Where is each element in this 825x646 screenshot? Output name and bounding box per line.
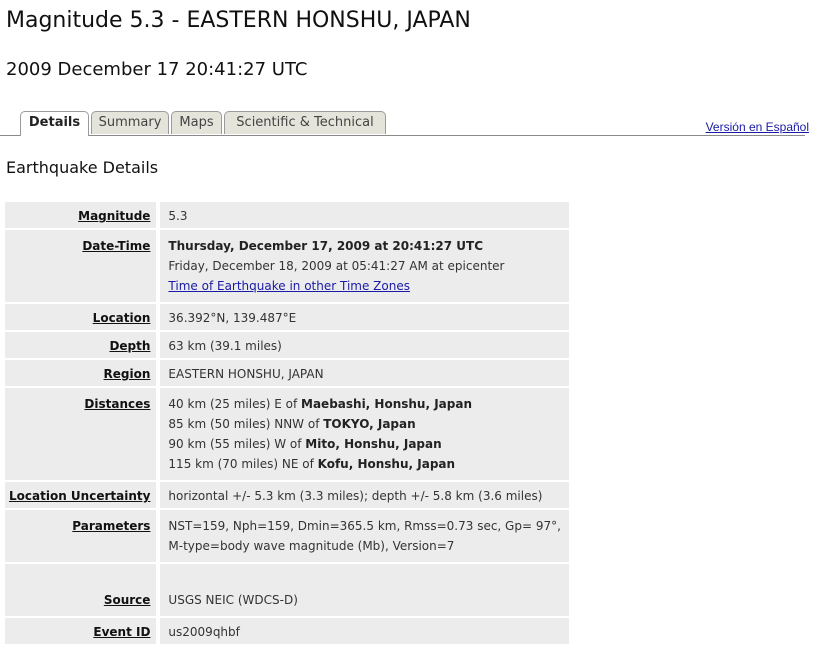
tab-bar: Details Summary Maps Scientific & Techni… [0,111,805,136]
tab-summary[interactable]: Summary [91,111,169,134]
depth-label[interactable]: Depth [5,332,161,358]
magnitude-value: 5.3 [160,202,569,228]
location-value: 36.392°N, 139.487°E [160,304,569,330]
datetime-value: Thursday, December 17, 2009 at 20:41:27 … [160,230,569,302]
datetime-label[interactable]: Date-Time [5,230,161,302]
section-heading: Earthquake Details [6,158,159,177]
table-row: Depth 63 km (39.1 miles) [5,332,569,358]
earthquake-details-table: Magnitude 5.3 Date-Time Thursday, Decemb… [5,200,569,646]
table-row: Distances 40 km (25 miles) E of Maebashi… [5,388,569,480]
event-id-label[interactable]: Event ID [5,618,161,644]
source-label[interactable]: Source [5,564,161,616]
source-value: USGS NEIC (WDCS-D) [160,564,569,616]
table-row: Parameters NST=159, Nph=159, Dmin=365.5 … [5,510,569,562]
distances-value: 40 km (25 miles) E of Maebashi, Honshu, … [160,388,569,480]
table-row: Location 36.392°N, 139.487°E [5,304,569,330]
distance-item: 40 km (25 miles) E of Maebashi, Honshu, … [168,397,473,411]
tab-maps[interactable]: Maps [171,111,222,134]
datetime-utc: Thursday, December 17, 2009 at 20:41:27 … [168,239,484,253]
event-id-value: us2009qhbf [160,618,569,644]
event-datetime: 2009 December 17 20:41:27 UTC [6,59,308,80]
tab-details[interactable]: Details [20,111,89,136]
distances-label[interactable]: Distances [5,388,161,480]
spanish-version-link[interactable]: Versión en Español [706,120,809,134]
location-uncertainty-value: horizontal +/- 5.3 km (3.3 miles); depth… [160,482,569,508]
page-title: Magnitude 5.3 - EASTERN HONSHU, JAPAN [6,8,471,33]
magnitude-label[interactable]: Magnitude [5,202,161,228]
table-row: Magnitude 5.3 [5,202,569,228]
parameters-label[interactable]: Parameters [5,510,161,562]
table-row: Event ID us2009qhbf [5,618,569,644]
distance-item: 85 km (50 miles) NNW of TOKYO, Japan [168,417,416,431]
table-row: Region EASTERN HONSHU, JAPAN [5,360,569,386]
distance-item: 90 km (55 miles) W of Mito, Honshu, Japa… [168,437,442,451]
tab-scientific-technical[interactable]: Scientific & Technical [224,111,386,134]
parameters-value: NST=159, Nph=159, Dmin=365.5 km, Rmss=0.… [160,510,569,562]
location-label[interactable]: Location [5,304,161,330]
region-value: EASTERN HONSHU, JAPAN [160,360,569,386]
table-row: Date-Time Thursday, December 17, 2009 at… [5,230,569,302]
parameters-line-2: M-type=body wave magnitude (Mb), Version… [168,539,455,553]
table-row: Location Uncertainty horizontal +/- 5.3 … [5,482,569,508]
distance-item: 115 km (70 miles) NE of Kofu, Honshu, Ja… [168,457,456,471]
table-row: Source USGS NEIC (WDCS-D) [5,564,569,616]
time-zones-link[interactable]: Time of Earthquake in other Time Zones [168,276,561,296]
parameters-line-1: NST=159, Nph=159, Dmin=365.5 km, Rmss=0.… [168,519,561,533]
datetime-local: Friday, December 18, 2009 at 05:41:27 AM… [168,259,505,273]
depth-value: 63 km (39.1 miles) [160,332,569,358]
region-label[interactable]: Region [5,360,161,386]
location-uncertainty-label[interactable]: Location Uncertainty [5,482,161,508]
